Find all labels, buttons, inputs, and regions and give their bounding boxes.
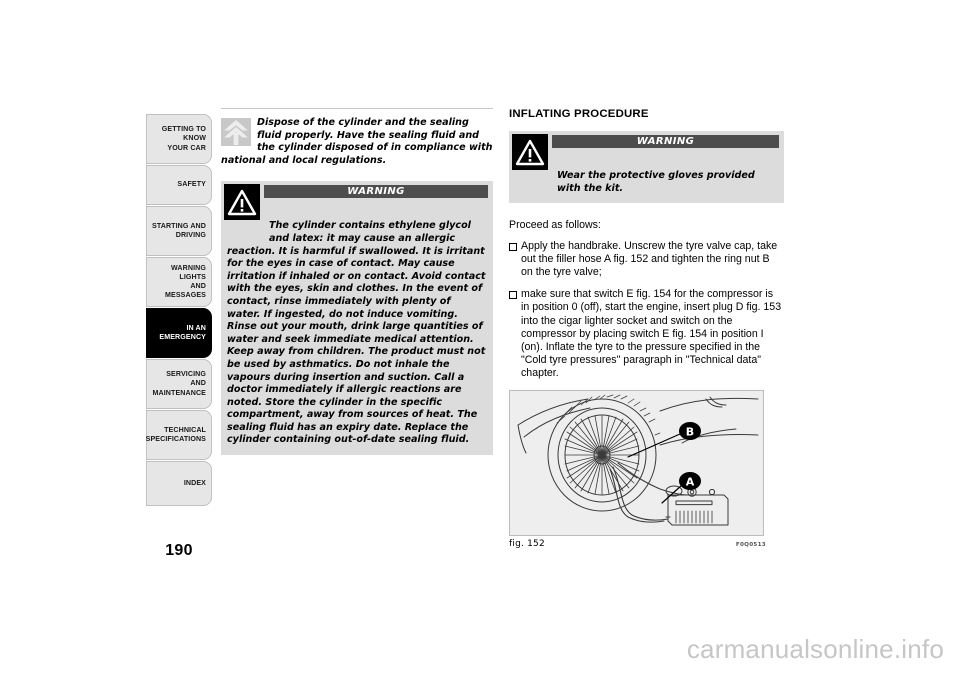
list-item: make sure that switch E fig. 154 for the… — [509, 288, 784, 380]
figure-image: B A — [509, 389, 764, 536]
warning-indented-text: The cylinder contains ethylene glycol an… — [269, 220, 471, 244]
sidebar-item-getting-to-know-your-car[interactable]: GETTING TO KNOW YOUR CAR — [146, 114, 212, 164]
site-watermark: carmanualsonline.info — [686, 634, 944, 664]
warning-main-text: Wear the protective gloves provided with… — [557, 170, 755, 194]
warning-title: WARNING — [552, 135, 779, 148]
environmental-disposal-note: Dispose of the cylinder and the sealing … — [221, 117, 493, 167]
sidebar-item-starting-and-driving[interactable]: STARTING AND DRIVING — [146, 206, 212, 256]
sidebar-item-label: SAFETY — [177, 180, 206, 189]
sidebar-item-label: WARNING LIGHTS AND MESSAGES — [164, 263, 206, 300]
right-text-column: INFLATING PROCEDURE WARNING Wear the pro… — [509, 108, 784, 549]
sidebar-item-technical-specifications[interactable]: TECHNICAL SPECIFICATIONS — [146, 410, 212, 460]
warning-triangle-icon — [512, 134, 548, 170]
list-item: Apply the handbrake. Unscrew the tyre va… — [509, 240, 784, 280]
warning-body: The cylinder contains ethylene glycol an… — [221, 220, 493, 447]
list-item-text: make sure that switch E fig. 154 for the… — [521, 288, 782, 380]
sidebar-item-label: GETTING TO KNOW YOUR CAR — [161, 125, 206, 152]
figure-code: F0Q0513 — [735, 541, 766, 548]
up-chevrons-icon — [221, 118, 251, 146]
sidebar-item-label: INDEX — [183, 478, 206, 487]
list-item-text: Apply the handbrake. Unscrew the tyre va… — [521, 239, 778, 278]
manual-page: GETTING TO KNOW YOUR CAR SAFETY STARTING… — [0, 0, 960, 679]
procedure-list: Apply the handbrake. Unscrew the tyre va… — [509, 240, 784, 381]
warning-box-gloves: WARNING Wear the protective gloves provi… — [509, 131, 784, 204]
svg-text:B: B — [686, 425, 694, 438]
warning-title: WARNING — [264, 185, 488, 199]
figure-caption-row: fig. 152 F0Q0513 — [509, 539, 766, 549]
left-text-column: Dispose of the cylinder and the sealing … — [221, 108, 493, 456]
proceed-label: Proceed as follows: — [509, 219, 601, 232]
sidebar-item-in-an-emergency[interactable]: IN AN EMERGENCY — [146, 308, 212, 358]
sidebar-item-safety[interactable]: SAFETY — [146, 165, 212, 205]
chapter-sidebar: GETTING TO KNOW YOUR CAR SAFETY STARTING… — [146, 114, 212, 507]
figure-caption: fig. 152 — [509, 538, 545, 549]
sidebar-item-label: TECHNICAL SPECIFICATIONS — [145, 425, 206, 443]
sidebar-item-label: SERVICING AND MAINTENANCE — [152, 370, 206, 397]
svg-text:A: A — [686, 475, 695, 488]
warning-triangle-icon — [224, 184, 260, 221]
warning-box-cylinder: WARNING The cylinder contains ethylene g… — [221, 181, 493, 456]
warning-header: WARNING — [509, 131, 784, 170]
square-bullet-icon — [509, 291, 517, 300]
sidebar-item-label: IN AN EMERGENCY — [159, 323, 206, 341]
page-title: INFLATING PROCEDURE — [509, 108, 649, 120]
eco-note-indented-text: Dispose of the cylinder and the sealing … — [257, 117, 480, 154]
warning-body: Wear the protective gloves provided with… — [509, 170, 784, 195]
sidebar-item-warning-lights-and-messages[interactable]: WARNING LIGHTS AND MESSAGES — [146, 257, 212, 307]
warning-header: WARNING — [221, 181, 493, 221]
warning-main-text: reaction. It is harmful if swallowed. It… — [227, 245, 486, 446]
square-bullet-icon — [509, 242, 517, 251]
sidebar-item-index[interactable]: INDEX — [146, 461, 212, 506]
sidebar-item-label: STARTING AND DRIVING — [151, 221, 206, 239]
page-number: 190 — [165, 542, 193, 559]
column-top-rule — [221, 108, 493, 109]
figure-152: B A fig. 152 F0Q0513 — [509, 389, 766, 549]
sidebar-item-servicing-and-maintenance[interactable]: SERVICING AND MAINTENANCE — [146, 359, 212, 409]
